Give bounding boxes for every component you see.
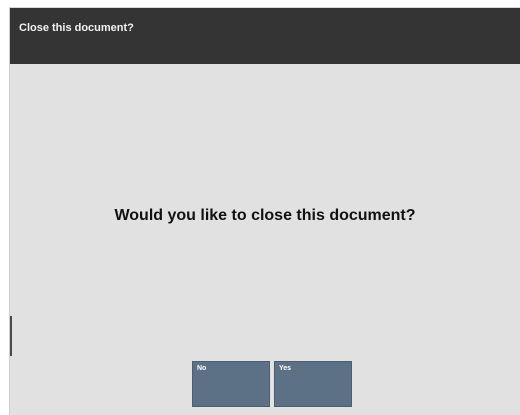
no-button[interactable]: No (192, 361, 270, 407)
yes-button[interactable]: Yes (274, 361, 352, 407)
close-document-dialog: Close this document? Would you like to c… (9, 7, 520, 415)
dialog-prompt: Would you like to close this document? (114, 207, 416, 224)
title-bar: Close this document? (10, 8, 520, 64)
yes-button-label: Yes (279, 365, 292, 372)
no-button-label: No (197, 365, 207, 372)
dialog-title: Close this document? (19, 22, 134, 34)
edge-marker (10, 316, 12, 356)
